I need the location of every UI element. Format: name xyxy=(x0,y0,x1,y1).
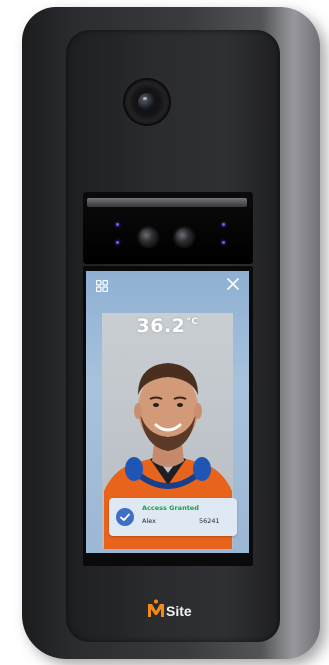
access-toast: Access Granted Alex 56241 xyxy=(109,498,237,536)
brand-logo-text: Site xyxy=(166,603,192,619)
device-photo: 36.2°C Access Granted Alex 56241 Site xyxy=(0,0,329,665)
top-camera xyxy=(125,80,169,124)
display-screen: 36.2°C Access Granted Alex 56241 xyxy=(86,271,249,553)
sensor-lens-left xyxy=(139,228,157,246)
sensor-glass-reflection xyxy=(87,198,247,207)
check-circle-icon xyxy=(116,508,134,526)
temperature-readout: 36.2°C xyxy=(86,315,249,337)
ir-led-icon xyxy=(116,241,119,244)
grid-icon[interactable] xyxy=(96,280,108,292)
temperature-unit: °C xyxy=(186,317,199,327)
ir-led-icon xyxy=(116,223,119,226)
temperature-value: 36.2 xyxy=(136,315,186,337)
access-status: Access Granted xyxy=(142,504,199,512)
camera-lens-icon xyxy=(138,93,156,111)
ir-led-icon xyxy=(222,241,225,244)
person-name: Alex xyxy=(142,517,156,525)
person-id: 56241 xyxy=(199,517,220,525)
sensor-lens-right xyxy=(175,228,193,246)
ir-led-icon xyxy=(222,223,225,226)
close-icon[interactable] xyxy=(227,278,239,290)
sensor-strip xyxy=(83,192,253,264)
brand-logo: Site xyxy=(148,599,192,619)
